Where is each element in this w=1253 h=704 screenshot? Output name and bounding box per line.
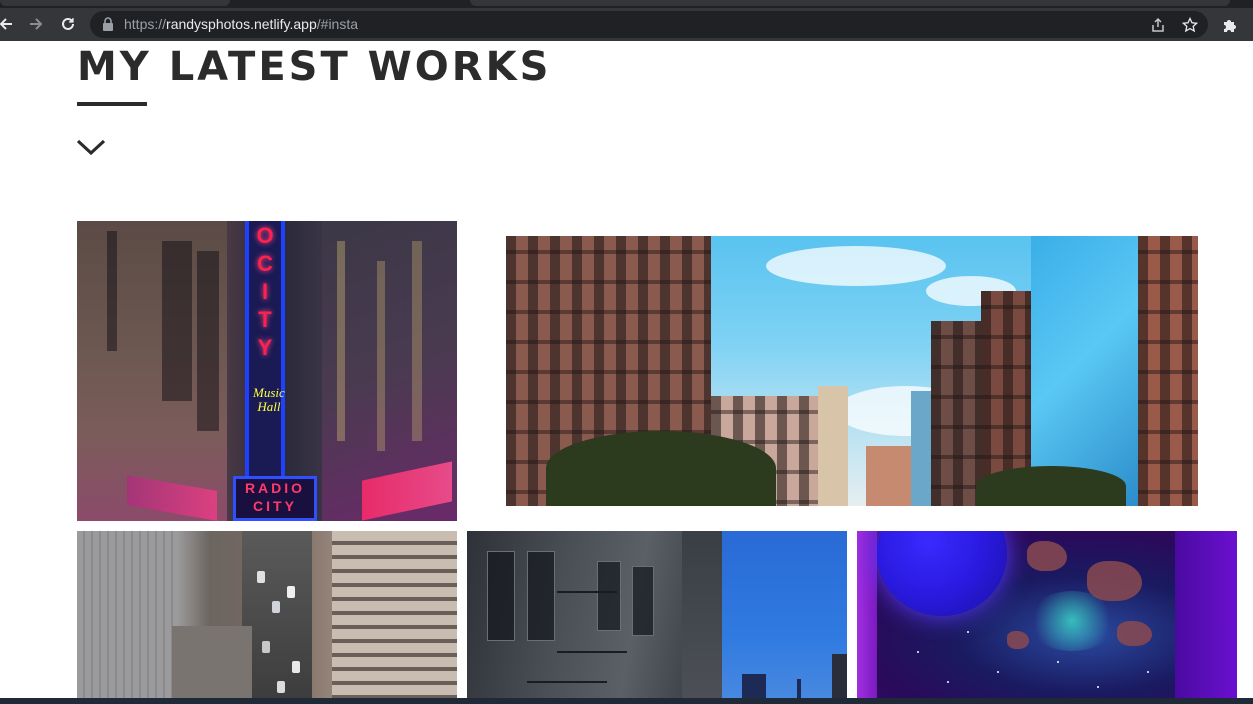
photo-building-edge: [682, 531, 722, 704]
photo-star: [967, 631, 969, 633]
photo-fire-escape-rail: [527, 681, 607, 683]
photo-window: [107, 231, 117, 351]
sign-letter: O: [256, 223, 274, 248]
address-bar[interactable]: https://randysphotos.netlify.app/#insta: [90, 11, 1208, 38]
heading-underline: [77, 102, 147, 106]
photo-building-dark: [931, 321, 981, 506]
page-heading: MY LATEST WORKS: [77, 44, 552, 90]
photo-tree: [546, 431, 776, 506]
url-host: randysphotos.netlify.app: [166, 16, 317, 32]
extensions-button[interactable]: [1219, 14, 1241, 36]
music-hall-line: Hall: [257, 399, 281, 414]
photo-asteroid: [1007, 631, 1029, 649]
browser-tab-area: [470, 0, 1230, 6]
photo-fire-escape-rail: [557, 651, 627, 653]
photo-car: [277, 681, 285, 693]
photo-window: [527, 551, 555, 641]
photo-building-glass-distant: [911, 391, 931, 506]
sign-letter: C: [257, 251, 273, 276]
photo-building-right: [332, 531, 457, 704]
photo-car: [292, 661, 300, 673]
photo-planet: [877, 531, 1007, 616]
taskbar-strip: [0, 698, 1253, 704]
photo-distant-building: [832, 654, 847, 704]
forward-icon: [30, 18, 43, 30]
photo-building-tower: [818, 386, 848, 506]
sign-letter: T: [258, 307, 272, 332]
music-hall-line: Music: [253, 385, 285, 400]
radio-city-marquee: RADIO CITY: [233, 476, 317, 521]
bookmark-star-icon: [1182, 17, 1198, 33]
reload-icon: [62, 17, 74, 30]
photo-window: [632, 566, 654, 636]
photo-fire-escape-rail: [557, 591, 617, 593]
reload-button[interactable]: [56, 12, 80, 36]
gallery-photo-radio-city[interactable]: O C I T Y Music Hall RADIO CITY: [77, 221, 457, 521]
photo-asteroid: [1087, 561, 1142, 601]
photo-window: [487, 551, 515, 641]
photo-road: [242, 531, 312, 704]
bookmark-button[interactable]: [1180, 15, 1200, 35]
photo-window: [197, 251, 219, 431]
photo-building-right: [1138, 236, 1198, 506]
photo-building-small: [866, 446, 911, 506]
sign-letter: Y: [257, 335, 273, 360]
extensions-icon: [1224, 20, 1236, 32]
photo-star: [947, 681, 949, 683]
photo-car: [257, 571, 265, 583]
photo-rooftop: [172, 626, 252, 704]
chevron-down-icon[interactable]: [76, 135, 106, 159]
forward-button[interactable]: [24, 12, 48, 36]
window-edge: [1247, 41, 1253, 704]
marquee-line: RADIO: [244, 480, 306, 496]
radio-city-vertical-sign: O C I T Y: [245, 221, 285, 481]
gallery-photo-street-above[interactable]: [77, 531, 457, 704]
photo-star: [1097, 686, 1099, 688]
photo-star: [997, 671, 999, 673]
url-text[interactable]: https://randysphotos.netlify.app/#insta: [124, 16, 358, 32]
share-icon: [1152, 17, 1164, 32]
photo-window: [412, 241, 422, 441]
photo-window: [337, 241, 345, 441]
photo-asteroid: [1027, 541, 1067, 571]
photo-car: [287, 586, 295, 598]
gallery-photo-galaxy[interactable]: [857, 531, 1237, 704]
share-button[interactable]: [1148, 15, 1168, 35]
photo-cloud: [766, 246, 946, 286]
photo-star: [917, 651, 919, 653]
photo-star: [1057, 661, 1059, 663]
music-hall-sign: Music Hall: [253, 386, 285, 414]
back-button[interactable]: [0, 12, 18, 36]
photo-star: [1147, 671, 1149, 673]
photo-building-left: [77, 531, 177, 704]
browser-tab[interactable]: [0, 0, 230, 6]
browser-toolbar: https://randysphotos.netlify.app/#insta: [0, 8, 1253, 41]
photo-frame-right: [1175, 531, 1237, 704]
photo-window: [162, 241, 192, 401]
photo-window: [597, 561, 621, 631]
photo-car: [262, 641, 270, 653]
lock-icon[interactable]: [102, 17, 114, 31]
gallery-photo-fire-escape[interactable]: [467, 531, 847, 704]
tab-strip: [0, 0, 1253, 8]
photo-asteroid: [1117, 621, 1152, 646]
gallery-photo-nyc-skyline[interactable]: [506, 236, 1198, 506]
marquee-line: CITY: [253, 498, 297, 514]
sign-letter: I: [261, 279, 269, 304]
photo-tree: [976, 466, 1126, 506]
photo-window: [377, 261, 385, 451]
photo-car: [272, 601, 280, 613]
url-path: /#insta: [316, 16, 359, 32]
photo-frame-left: [857, 531, 877, 704]
back-icon: [0, 18, 12, 30]
